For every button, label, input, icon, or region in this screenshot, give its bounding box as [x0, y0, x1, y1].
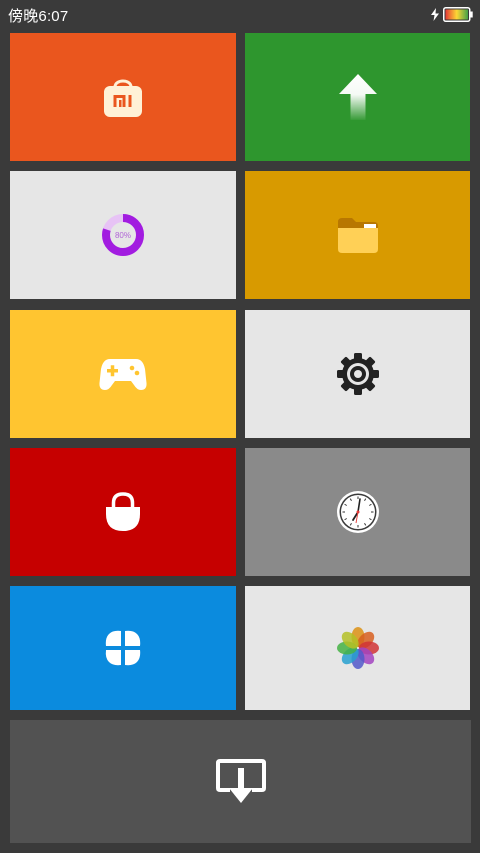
- status-time: 傍晚6:07: [8, 8, 69, 25]
- tile-mi-store[interactable]: [10, 33, 236, 161]
- tile-settings[interactable]: [245, 310, 470, 438]
- tile-photos[interactable]: [245, 586, 470, 710]
- petal-windmill-icon: [105, 630, 141, 666]
- cleaner-percent-label: 80%: [115, 231, 131, 240]
- folder-icon: [337, 218, 378, 253]
- status-icons: [431, 6, 473, 22]
- battery-icon: [443, 6, 473, 22]
- padlock-icon: [106, 492, 140, 531]
- tile-upload[interactable]: [245, 33, 470, 161]
- tile-cleaner[interactable]: 80%: [10, 171, 236, 299]
- tile-clock[interactable]: [245, 448, 470, 576]
- cleaner-ring-icon: 80%: [102, 214, 144, 256]
- photos-flower-icon: [336, 627, 379, 669]
- settings-gear-icon: [336, 353, 379, 395]
- mi-store-bag-icon: [104, 79, 142, 117]
- tile-widgets[interactable]: [10, 586, 236, 710]
- airplay-download-icon: [215, 758, 266, 803]
- tile-screen-receive[interactable]: [10, 720, 471, 843]
- clock-icon: [336, 491, 379, 533]
- tile-games[interactable]: [10, 310, 236, 438]
- gamepad-icon: [99, 359, 147, 390]
- status-bar: 傍晚6:07: [0, 0, 480, 28]
- tile-lock[interactable]: [10, 448, 236, 576]
- upload-arrow-icon: [338, 74, 377, 120]
- tile-file-manager[interactable]: [245, 171, 470, 299]
- lightning-bolt-icon: [431, 7, 439, 21]
